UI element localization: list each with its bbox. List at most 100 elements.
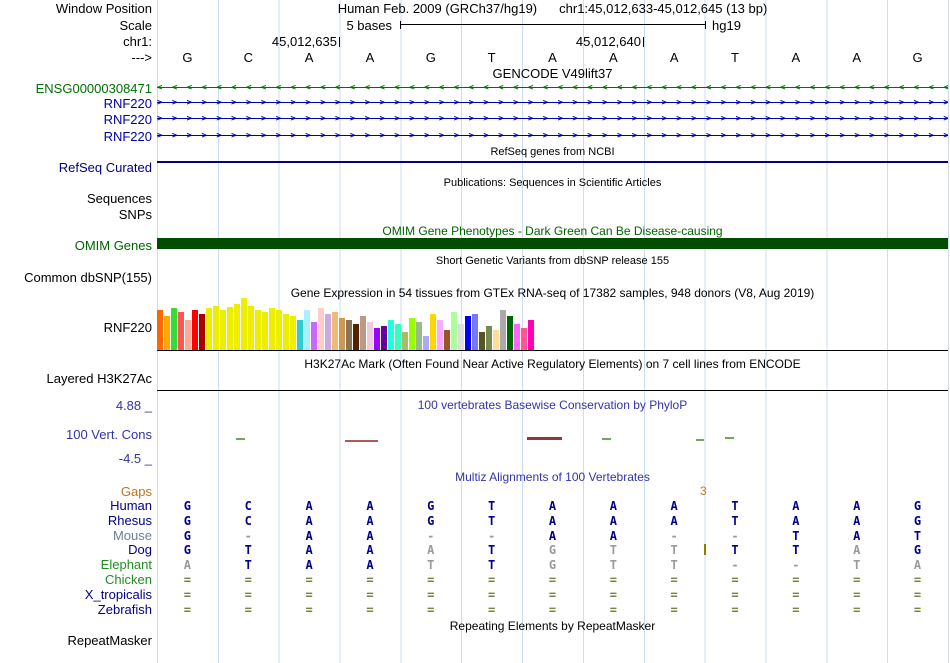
aln-base: =: [548, 603, 557, 617]
omim-gene-bar[interactable]: [157, 238, 948, 249]
gtex-bar: [164, 316, 170, 350]
dbsnp-label[interactable]: Common dbSNP(155): [24, 270, 152, 285]
aln-base: -: [427, 529, 435, 543]
species-label-mouse[interactable]: Mouse: [113, 528, 152, 543]
gene-track-item[interactable]: > > > > > > > > > > > > > > > > > > > > …: [157, 130, 948, 142]
aln-base: T: [427, 558, 435, 572]
aln-base: T: [609, 543, 617, 557]
gtex-bar: [451, 312, 457, 350]
multiz-title[interactable]: Multiz Alignments of 100 Vertebrates: [157, 470, 948, 484]
aln-base: A: [913, 558, 922, 572]
gtex-bar: [269, 308, 275, 350]
gtex-bar: [472, 314, 478, 350]
h3k27ac-label[interactable]: Layered H3K27Ac: [46, 371, 152, 386]
refseq-title[interactable]: RefSeq genes from NCBI: [157, 146, 948, 158]
gtex-bar: [423, 336, 429, 350]
refseq-curated-label[interactable]: RefSeq Curated: [59, 160, 152, 175]
conservation-mark: [345, 440, 378, 442]
gtex-bar: [276, 310, 282, 350]
gencode-title[interactable]: GENCODE V49lift37: [157, 66, 948, 81]
aln-base: =: [183, 573, 192, 587]
gtex-bar: [360, 316, 366, 350]
aln-base: A: [853, 543, 861, 557]
omim-title[interactable]: OMIM Gene Phenotypes - Dark Green Can Be…: [157, 224, 948, 238]
aln-base: A: [609, 514, 617, 528]
aln-base: A: [366, 558, 374, 572]
gene-label-RNF220[interactable]: RNF220: [104, 112, 152, 127]
aln-base: A: [366, 499, 374, 513]
h3k27ac-title[interactable]: H3K27Ac Mark (Often Found Near Active Re…: [157, 357, 948, 371]
dbsnp-title[interactable]: Short Genetic Variants from dbSNP releas…: [157, 255, 948, 267]
gtex-bar: [395, 324, 401, 350]
species-label-human[interactable]: Human: [110, 498, 152, 513]
base-letter: A: [304, 50, 314, 65]
aln-base: G: [183, 543, 192, 557]
gtex-bar: [416, 322, 422, 350]
aln-base: T: [609, 558, 617, 572]
aln-base: G: [913, 499, 922, 513]
aln-base: =: [792, 603, 800, 617]
chrom-label: chr1:: [123, 34, 152, 49]
gene-track-item[interactable]: > > > > > > > > > > > > > > > > > > > > …: [157, 113, 948, 125]
species-label-dog[interactable]: Dog: [128, 542, 152, 557]
omim-genes-label[interactable]: OMIM Genes: [75, 238, 152, 253]
coordinate-tick: [339, 37, 340, 47]
species-label-elephant[interactable]: Elephant: [101, 557, 152, 572]
gtex-bar: [409, 318, 415, 350]
publications-title[interactable]: Publications: Sequences in Scientific Ar…: [157, 177, 948, 189]
base-letter: C: [243, 50, 253, 65]
aln-base: =: [913, 603, 922, 617]
base-letter: A: [548, 50, 557, 65]
aln-base: =: [609, 573, 617, 587]
refseq-gene-line[interactable]: [157, 161, 948, 163]
aln-base: T: [488, 514, 496, 528]
strand-label: --->: [131, 50, 152, 65]
gtex-bar: [493, 330, 499, 350]
aln-base: T: [244, 558, 252, 572]
gap-count-label: 3: [700, 484, 707, 498]
aln-base: =: [792, 573, 800, 587]
phylop-min-label: -4.5 _: [118, 451, 152, 466]
species-label-rhesus[interactable]: Rhesus: [108, 513, 152, 528]
aln-base: T: [731, 499, 739, 513]
gaps-label[interactable]: Gaps: [121, 484, 152, 499]
gtex-bar: [171, 308, 177, 350]
aln-base: T: [853, 558, 861, 572]
aln-base: C: [244, 514, 252, 528]
right-arrow-icons: > > > > > > > > > > > > > > > > > > > > …: [157, 98, 948, 108]
repeatmasker-label[interactable]: RepeatMasker: [67, 633, 152, 648]
conservation-mark: [725, 437, 734, 439]
gtex-bar: [185, 320, 191, 350]
aln-base: =: [913, 588, 922, 602]
phylop-title[interactable]: 100 vertebrates Basewise Conservation by…: [157, 398, 948, 412]
aln-base: =: [731, 603, 739, 617]
gtex-gene-label[interactable]: RNF220: [104, 320, 152, 335]
sequences-label[interactable]: Sequences: [87, 191, 152, 206]
gtex-expression-chart[interactable]: [157, 298, 948, 350]
base-letter: A: [852, 50, 862, 65]
species-label-chicken[interactable]: Chicken: [105, 572, 152, 587]
gtex-bar: [430, 314, 436, 350]
gtex-bar: [262, 312, 268, 350]
gtex-bar: [388, 320, 394, 350]
snps-label[interactable]: SNPs: [119, 207, 152, 222]
aln-base: A: [670, 514, 678, 528]
gene-track-item[interactable]: > > > > > > > > > > > > > > > > > > > > …: [157, 97, 948, 109]
repeatmasker-title[interactable]: Repeating Elements by RepeatMasker: [157, 619, 948, 633]
gtex-bar: [500, 310, 506, 350]
aln-base: =: [366, 588, 374, 602]
aln-base: =: [609, 603, 617, 617]
aln-base: G: [183, 499, 192, 513]
aln-base: A: [609, 499, 617, 513]
species-label-x_tropicalis[interactable]: X_tropicalis: [85, 587, 152, 602]
gtex-bar: [220, 310, 226, 350]
gene-track-item[interactable]: < < < < < < < < < < < < < < < < < < < < …: [157, 82, 948, 94]
gtex-bar: [227, 307, 233, 350]
species-label-zebrafish[interactable]: Zebrafish: [98, 602, 152, 617]
phylop-track-label[interactable]: 100 Vert. Cons: [66, 427, 152, 442]
gene-label-ENSG00000308471[interactable]: ENSG00000308471: [36, 81, 152, 96]
gtex-bar: [206, 308, 212, 350]
gene-label-RNF220[interactable]: RNF220: [104, 129, 152, 144]
scale-value: 5 bases: [346, 18, 392, 33]
gene-label-RNF220[interactable]: RNF220: [104, 96, 152, 111]
